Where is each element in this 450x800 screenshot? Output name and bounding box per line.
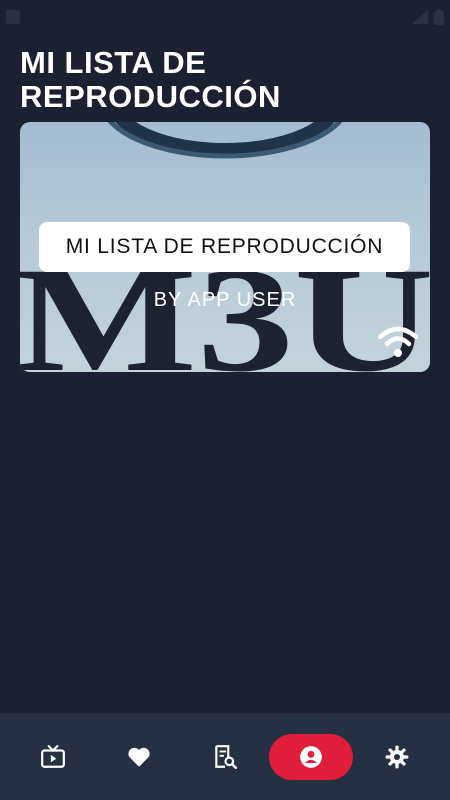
gear-icon <box>385 745 409 768</box>
page-title: MI LISTA DE REPRODUCCIÓN <box>20 45 281 114</box>
nav-favorites-button[interactable] <box>97 734 181 780</box>
battery-icon <box>434 9 444 25</box>
playlist-author: BY APP USER <box>153 289 297 311</box>
bottom-nav <box>0 713 450 800</box>
nav-settings-button[interactable] <box>355 734 439 780</box>
nav-profile-button[interactable] <box>269 733 353 780</box>
notification-icon <box>6 10 20 24</box>
list-search-icon <box>215 744 238 769</box>
heart-icon <box>128 747 150 767</box>
status-bar <box>0 0 450 34</box>
playlist-name: MI LISTA DE REPRODUCCIÓN <box>39 222 410 272</box>
status-icons <box>412 9 444 25</box>
user-icon <box>300 745 322 768</box>
nav-search-list-button[interactable] <box>183 734 267 780</box>
wifi-icon <box>377 326 419 357</box>
nav-tv-button[interactable] <box>11 734 95 780</box>
playlist-card[interactable]: M3U MI LISTA DE REPRODUCCIÓN BY APP USER <box>20 122 430 372</box>
signal-icon <box>412 10 428 24</box>
tv-icon <box>41 744 65 768</box>
